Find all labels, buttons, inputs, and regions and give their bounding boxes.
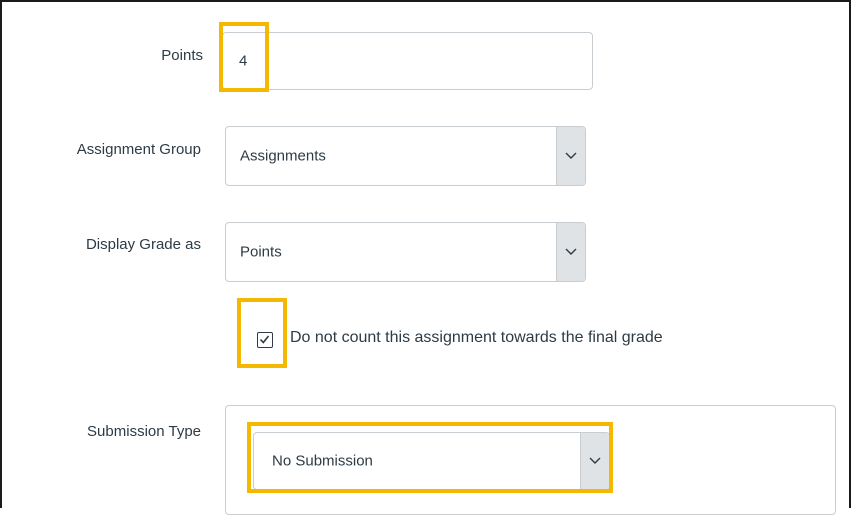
checkmark-icon — [259, 335, 270, 344]
chevron-down-icon[interactable] — [556, 127, 585, 185]
chevron-down-icon[interactable] — [580, 433, 609, 489]
assignment-group-value: Assignments — [240, 147, 326, 165]
omit-from-final-label[interactable]: Do not count this assignment towards the… — [290, 329, 663, 347]
assignment-group-label: Assignment Group — [76, 141, 201, 158]
display-grade-select[interactable]: Points — [225, 222, 586, 282]
display-grade-value: Points — [240, 243, 282, 261]
submission-type-label: Submission Type — [87, 423, 201, 440]
points-input[interactable]: 4 — [222, 32, 593, 90]
chevron-down-icon[interactable] — [556, 223, 585, 281]
points-value: 4 — [239, 52, 248, 70]
display-grade-label: Display Grade as — [85, 236, 201, 253]
submission-type-select[interactable]: No Submission — [253, 432, 610, 490]
assignment-group-select[interactable]: Assignments — [225, 126, 586, 186]
omit-from-final-checkbox[interactable] — [257, 332, 273, 348]
submission-type-value: No Submission — [272, 452, 373, 470]
points-label: Points — [161, 47, 203, 64]
